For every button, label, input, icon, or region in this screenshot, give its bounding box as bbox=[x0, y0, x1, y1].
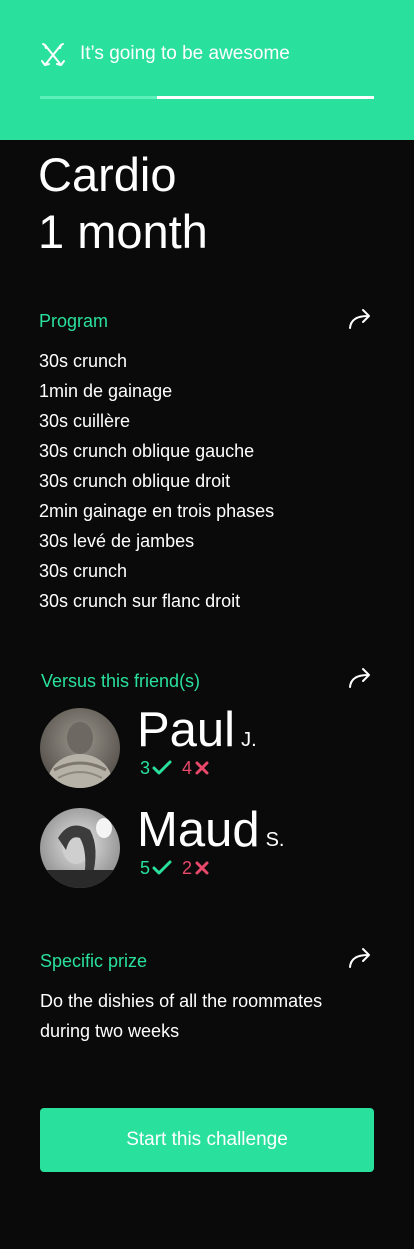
friend-first-name: Paul bbox=[137, 703, 236, 757]
program-item: 30s crunch oblique droit bbox=[39, 471, 231, 491]
challenge-title-line2: 1 month bbox=[38, 205, 208, 258]
losses-count: 4 bbox=[182, 758, 210, 778]
header-bar: It’s going to be awesome bbox=[0, 0, 414, 140]
program-list: 30s crunch 1min de gainage 30s cuillère 30s… bbox=[39, 346, 274, 616]
friend-card-maud[interactable]: Maud S. 52 bbox=[40, 803, 374, 890]
prize-heading: Specific prize bbox=[40, 951, 148, 971]
header-tagline: It’s going to be awesome bbox=[80, 43, 290, 64]
challenge-title-line1: Cardio bbox=[38, 148, 177, 201]
prize-text: Do the dishies of all the roommates duri… bbox=[40, 991, 323, 1041]
losses-count: 2 bbox=[182, 858, 210, 878]
friends-share-icon[interactable] bbox=[348, 667, 374, 689]
check-icon bbox=[152, 860, 172, 875]
program-item: 2min gainage en trois phases bbox=[39, 501, 275, 521]
friend-score: 34 bbox=[140, 758, 210, 778]
crossed-arrows-icon bbox=[41, 43, 65, 66]
program-item: 30s crunch bbox=[39, 351, 128, 371]
wins-count: 5 bbox=[140, 858, 172, 878]
friend-first-name: Maud bbox=[137, 803, 260, 857]
friend-initial: S. bbox=[265, 829, 285, 851]
friends-heading: Versus this friend(s) bbox=[41, 671, 201, 691]
program-share-icon[interactable] bbox=[348, 308, 374, 330]
progress-bar-fill bbox=[40, 96, 157, 99]
prize-share-icon[interactable] bbox=[348, 947, 374, 969]
cross-icon bbox=[195, 761, 209, 775]
friend-card-paul[interactable]: Paul J. 34 bbox=[40, 703, 374, 790]
program-item: 1min de gainage bbox=[39, 381, 173, 401]
avatar bbox=[40, 708, 120, 788]
program-item: 30s crunch sur flanc droit bbox=[39, 591, 241, 611]
program-item: 30s cuillère bbox=[39, 411, 131, 431]
program-item: 30s crunch bbox=[39, 561, 128, 581]
friend-initial: J. bbox=[241, 729, 257, 751]
program-item: 30s levé de jambes bbox=[39, 531, 195, 551]
check-icon bbox=[152, 760, 172, 775]
friend-score: 52 bbox=[140, 858, 210, 878]
cross-icon bbox=[195, 861, 209, 875]
start-challenge-button[interactable]: Start this challenge bbox=[40, 1108, 374, 1172]
program-item: 30s crunch oblique gauche bbox=[39, 441, 255, 461]
avatar bbox=[40, 808, 120, 888]
wins-count: 3 bbox=[140, 758, 172, 778]
challenge-title: Cardio 1 month bbox=[38, 146, 208, 260]
progress-bar bbox=[40, 96, 374, 99]
program-heading: Program bbox=[39, 311, 109, 331]
